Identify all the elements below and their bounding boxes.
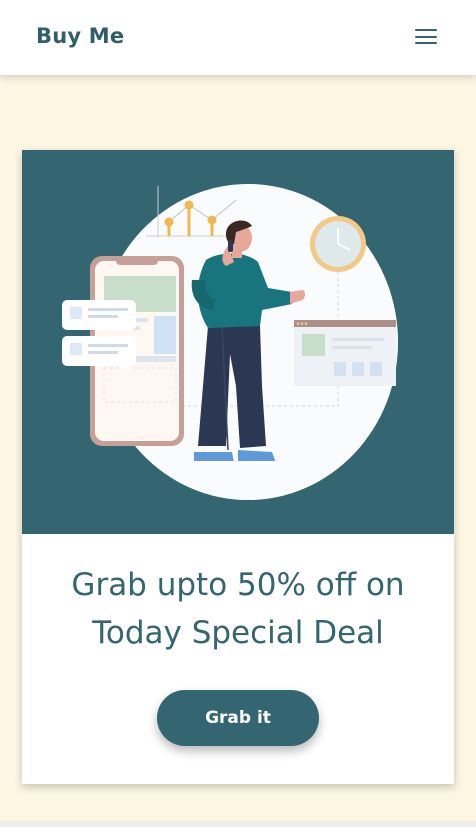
menu-line — [415, 35, 437, 38]
headline-line: Today Special Deal — [92, 615, 384, 651]
grab-it-button[interactable]: Grab it — [157, 690, 319, 746]
next-section-edge — [0, 821, 476, 827]
promo-hero — [22, 150, 454, 534]
menu-line — [415, 29, 437, 32]
headline-line: Grab upto 50% off on — [71, 567, 405, 603]
person-on-phone-illustration — [62, 184, 398, 500]
hamburger-menu-icon[interactable] — [413, 26, 439, 48]
promo-card: Grab upto 50% off on Today Special Deal … — [22, 150, 454, 784]
brand-logo-text[interactable]: Buy Me — [36, 24, 124, 48]
promo-headline: Grab upto 50% off on Today Special Deal — [22, 561, 454, 657]
menu-line — [415, 42, 437, 45]
top-navbar: Buy Me — [0, 0, 476, 75]
